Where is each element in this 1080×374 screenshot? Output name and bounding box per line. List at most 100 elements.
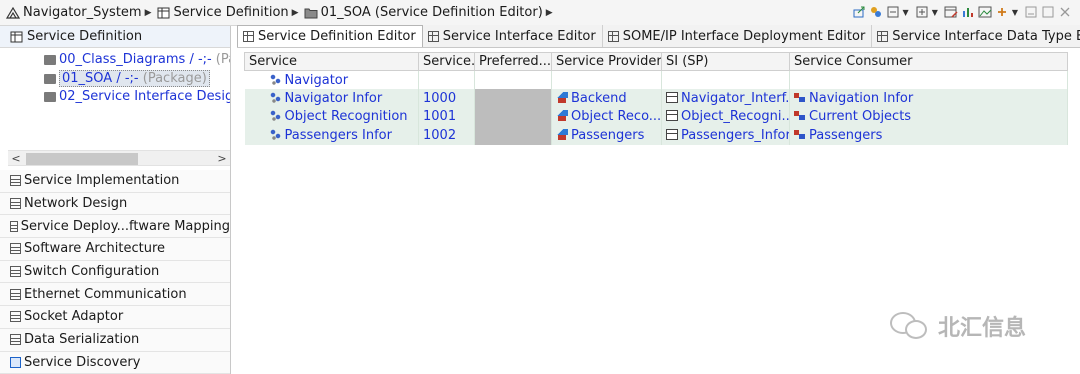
- nav-item-service-deployment[interactable]: Service Deploy...ftware Mapping: [0, 215, 230, 239]
- tab-service-definition-editor[interactable]: Service Definition Editor: [237, 25, 423, 47]
- cell-service[interactable]: Navigator: [244, 70, 419, 89]
- tree-item-label: 00_Class_Diagrams / -;-: [59, 52, 212, 67]
- cell-preferred[interactable]: [474, 107, 552, 126]
- cell-preferred[interactable]: [474, 126, 552, 145]
- grid-icon: [10, 288, 21, 300]
- consumer-icon: [794, 128, 806, 140]
- tab-label: SOME/IP Interface Deployment Editor: [622, 28, 866, 44]
- tree-horizontal-scrollbar[interactable]: < >: [8, 150, 230, 166]
- grid-icon: [10, 243, 21, 255]
- table-row[interactable]: Passengers Infor 1002 Passengers Passeng…: [244, 126, 1068, 145]
- tree-item-class-diagrams[interactable]: 00_Class_Diagrams / -;- (Pac: [44, 52, 230, 67]
- cell-si[interactable]: Navigator_Interf...: [661, 89, 790, 108]
- folder-icon: [44, 73, 56, 84]
- scrollbar-thumb[interactable]: [26, 153, 138, 165]
- cell-consumer[interactable]: Navigation Infor: [789, 89, 1068, 108]
- chevron-right-icon[interactable]: >: [214, 152, 230, 165]
- cell-service-id[interactable]: 1000: [418, 89, 475, 108]
- pin-icon[interactable]: [995, 5, 1009, 19]
- cell-si[interactable]: Object_Recogni...: [661, 107, 790, 126]
- cell-service[interactable]: Object Recognition: [244, 107, 419, 126]
- tree-item-label-wrap: 01_SOA / -;- (Package): [59, 70, 210, 87]
- tree-item-service-interface-design[interactable]: 02_Service Interface Design: [44, 89, 230, 104]
- si-name: Object_Recogni...: [681, 109, 790, 125]
- cell-preferred[interactable]: [474, 89, 552, 108]
- nav-item-service-implementation[interactable]: Service Implementation: [0, 170, 230, 193]
- breadcrumb-item-service-definition[interactable]: Service Definition ▶: [157, 5, 304, 20]
- column-header-service-consumer[interactable]: Service Consumer: [789, 52, 1068, 71]
- maximize-icon[interactable]: [1041, 5, 1055, 19]
- cell-provider[interactable]: Object Reco...: [551, 107, 662, 126]
- service-name: Navigator: [284, 72, 349, 88]
- nav-item-label: Socket Adaptor: [24, 309, 124, 325]
- chevron-down-icon[interactable]: ▼: [1012, 8, 1018, 17]
- close-icon[interactable]: [1058, 5, 1072, 19]
- consumer-name: Passengers: [809, 127, 883, 143]
- table-icon: [243, 31, 254, 42]
- cell-provider[interactable]: Backend: [551, 89, 662, 108]
- consumer-icon: [794, 110, 806, 122]
- table-row[interactable]: Navigator: [244, 70, 1068, 89]
- nav-item-service-discovery[interactable]: Service Discovery: [0, 351, 230, 374]
- table-row[interactable]: Navigator Infor 1000 Backend Navigator_I…: [244, 89, 1068, 108]
- table-row[interactable]: Object Recognition 1001 Object Reco... O…: [244, 107, 1068, 126]
- cell-service-id[interactable]: [418, 70, 475, 89]
- cell-service[interactable]: Passengers Infor: [244, 126, 419, 145]
- grid-icon: [157, 7, 171, 19]
- image-icon[interactable]: [978, 5, 992, 19]
- chevron-down-icon[interactable]: ▼: [903, 8, 909, 17]
- cell-si[interactable]: Passengers_Infor...: [661, 126, 790, 145]
- table-edit-icon[interactable]: [944, 5, 958, 19]
- minimize-icon[interactable]: [1024, 5, 1038, 19]
- nav-item-network-design[interactable]: Network Design: [0, 192, 230, 216]
- nav-item-label: Ethernet Communication: [24, 286, 187, 302]
- provider-name: Object Reco...: [571, 109, 662, 125]
- column-header-preferred[interactable]: Preferred...: [474, 52, 552, 71]
- tab-data-type-editor[interactable]: Service Interface Data Type Editor: [872, 25, 1080, 47]
- breadcrumb-item-system[interactable]: Navigator_System ▶: [5, 5, 157, 20]
- nav-item-software-architecture[interactable]: Software Architecture: [0, 238, 230, 261]
- column-header-service-id[interactable]: Service...: [418, 52, 475, 71]
- cell-provider[interactable]: Passengers: [551, 126, 662, 145]
- nav-item-ethernet-communication[interactable]: Ethernet Communication: [0, 283, 230, 307]
- cell-service-id[interactable]: 1002: [418, 126, 475, 145]
- nav-item-label: Service Discovery: [24, 354, 141, 370]
- editor-tabs: Service Definition Editor Service Interf…: [237, 25, 1080, 48]
- chevron-right-icon: ▶: [144, 7, 152, 18]
- collapse-icon[interactable]: [886, 5, 900, 19]
- chart-icon[interactable]: [961, 5, 975, 19]
- nav-item-socket-adaptor[interactable]: Socket Adaptor: [0, 306, 230, 329]
- cell-consumer[interactable]: Passengers: [789, 126, 1068, 145]
- chevron-down-icon[interactable]: ▼: [932, 8, 938, 17]
- socket-icon: [10, 311, 21, 323]
- column-header-service[interactable]: Service: [244, 52, 419, 71]
- cell-consumer[interactable]: Current Objects: [789, 107, 1068, 126]
- cell-consumer[interactable]: [789, 70, 1068, 89]
- service-name: Navigator Infor: [284, 90, 383, 106]
- tree-item-label: 01_SOA / -;-: [62, 71, 139, 86]
- cell-preferred[interactable]: [474, 70, 552, 89]
- consumer-name: Current Objects: [809, 109, 912, 125]
- chevron-left-icon[interactable]: <: [8, 152, 24, 165]
- service-name: Passengers Infor: [284, 127, 392, 143]
- grid-icon: [10, 198, 21, 210]
- nav-item-label: Service Implementation: [24, 173, 180, 189]
- cell-provider[interactable]: [551, 70, 662, 89]
- expand-icon[interactable]: [915, 5, 929, 19]
- tab-service-interface-editor[interactable]: Service Interface Editor: [422, 25, 603, 47]
- service-icon: [269, 110, 282, 122]
- nav-item-data-serialization[interactable]: Data Serialization: [0, 328, 230, 352]
- cell-si[interactable]: [661, 70, 790, 89]
- cell-service[interactable]: Navigator Infor: [244, 89, 419, 108]
- filter-icon[interactable]: [869, 5, 883, 19]
- cell-service-id[interactable]: 1001: [418, 107, 475, 126]
- service-definition-header[interactable]: Service Definition: [0, 26, 230, 48]
- breadcrumb-item-soa[interactable]: 01_SOA (Service Definition Editor) ▶: [304, 5, 558, 20]
- export-icon[interactable]: [852, 5, 866, 19]
- column-header-si-sp[interactable]: SI (SP): [661, 52, 790, 71]
- tree-item-soa[interactable]: 01_SOA / -;- (Package): [44, 70, 210, 87]
- column-header-service-provider[interactable]: Service Provider: [551, 52, 662, 71]
- nav-item-switch-configuration[interactable]: Switch Configuration: [0, 260, 230, 284]
- tab-someip-deployment-editor[interactable]: SOME/IP Interface Deployment Editor: [602, 25, 873, 47]
- breadcrumb-label: Service Definition: [173, 5, 289, 20]
